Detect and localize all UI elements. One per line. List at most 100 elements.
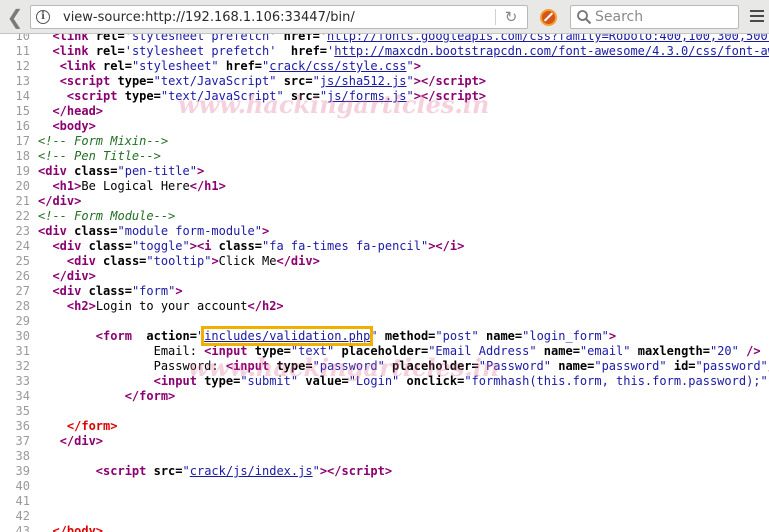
source-line: 34 </form> bbox=[0, 389, 769, 404]
info-icon[interactable]: i bbox=[36, 10, 50, 24]
source-line: 38 bbox=[0, 449, 769, 464]
source-line: 28 <h2>Login to your account</h2> bbox=[0, 299, 769, 314]
source-line: 41 bbox=[0, 494, 769, 509]
line-number: 31 bbox=[15, 344, 30, 358]
source-line: 20 <h1>Be Logical Here</h1> bbox=[0, 179, 769, 194]
line-number: 10 bbox=[15, 34, 30, 43]
source-link[interactable]: http://maxcdn.bootstrapcdn.com/font-awes… bbox=[334, 44, 769, 58]
line-number: 35 bbox=[15, 404, 30, 418]
line-number: 22 bbox=[15, 209, 30, 223]
line-number: 39 bbox=[15, 464, 30, 478]
source-code: <link rel='stylesheet prefetch' href='ht… bbox=[38, 44, 769, 59]
source-code: <!-- Pen Title--> bbox=[38, 149, 161, 163]
line-number: 11 bbox=[15, 44, 30, 58]
reload-icon[interactable]: ↻ bbox=[501, 8, 521, 26]
source-line: 25 <div class="tooltip">Click Me</div> bbox=[0, 254, 769, 269]
source-line: 16 <body> bbox=[0, 119, 769, 134]
hamburger-menu-icon[interactable] bbox=[750, 10, 764, 23]
source-line: 24 <div class="toggle"><i class="fa fa-t… bbox=[0, 239, 769, 254]
browser-toolbar: ❮ i view-source:http://192.168.1.106:334… bbox=[0, 0, 769, 34]
source-line: 15 </head> bbox=[0, 104, 769, 119]
line-number: 42 bbox=[15, 509, 30, 523]
line-number: 41 bbox=[15, 494, 30, 508]
source-code: <div class="pen-title"> bbox=[38, 164, 205, 178]
source-code: </body> bbox=[52, 524, 104, 532]
source-code: <!-- Form Module--> bbox=[38, 209, 176, 223]
line-number: 14 bbox=[15, 89, 30, 103]
source-code: <div class="module form-module"> bbox=[38, 224, 270, 238]
source-line: 43 </body> bbox=[0, 524, 769, 532]
source-code: <h1>Be Logical Here</h1> bbox=[52, 179, 226, 193]
search-icon bbox=[577, 10, 592, 25]
source-code: <form action="includes/validation.php" m… bbox=[95, 326, 617, 346]
line-number: 21 bbox=[15, 194, 30, 208]
source-line: 32 Password: <input type="password" plac… bbox=[0, 359, 769, 374]
source-line: 35 bbox=[0, 404, 769, 419]
line-number: 17 bbox=[15, 134, 30, 148]
source-code: <body> bbox=[52, 119, 96, 133]
source-code: <div class="tooltip">Click Me</div> bbox=[66, 254, 320, 268]
source-link[interactable]: crack/js/index.js bbox=[190, 464, 313, 478]
address-bar-url[interactable]: view-source:http://192.168.1.106:33447/b… bbox=[63, 10, 355, 25]
source-line: 21 </div> bbox=[0, 194, 769, 209]
source-code: <div class="form"> bbox=[52, 284, 183, 298]
address-bar[interactable]: i view-source:http://192.168.1.106:33447… bbox=[30, 5, 528, 29]
source-line: 39 <script src="crack/js/index.js"></scr… bbox=[0, 464, 769, 479]
search-placeholder[interactable]: Search bbox=[595, 10, 643, 25]
source-link[interactable]: js/forms.js bbox=[327, 89, 406, 103]
source-code: <!-- Form Mixin--> bbox=[38, 134, 169, 148]
source-code: <h2>Login to your account</h2> bbox=[66, 299, 284, 313]
line-number: 30 bbox=[15, 329, 30, 343]
source-line: 40 bbox=[0, 479, 769, 494]
line-number: 20 bbox=[15, 179, 30, 193]
source-line: 11 <link rel='stylesheet prefetch' href=… bbox=[0, 44, 769, 59]
search-bar[interactable]: Search bbox=[570, 5, 739, 29]
source-code: </head> bbox=[52, 104, 104, 118]
line-number: 29 bbox=[15, 314, 30, 328]
source-code: </div> bbox=[52, 269, 96, 283]
line-number: 27 bbox=[15, 284, 30, 298]
line-number: 40 bbox=[15, 479, 30, 493]
source-line: 37 </div> bbox=[0, 434, 769, 449]
source-code: <div class="toggle"><i class="fa fa-time… bbox=[52, 239, 465, 253]
line-number: 38 bbox=[15, 449, 30, 463]
source-link[interactable]: crack/css/style.css bbox=[269, 59, 406, 73]
source-code: </form> bbox=[124, 389, 176, 403]
line-number: 28 bbox=[15, 299, 30, 313]
source-line: 27 <div class="form"> bbox=[0, 284, 769, 299]
back-arrow-icon[interactable]: ❮ bbox=[0, 4, 30, 30]
page-source-view: 43 </body> 42 41 40 39 <script src="crack/js… bbox=[0, 34, 769, 532]
source-code: Email: <input type="text" placeholder="E… bbox=[38, 344, 761, 358]
line-number: 34 bbox=[15, 389, 30, 403]
source-line: 36 </form> bbox=[0, 419, 769, 434]
source-link[interactable]: includes/validation.php bbox=[201, 326, 374, 346]
source-line: 14 <script type="text/JavaScript" src="j… bbox=[0, 89, 769, 104]
source-line: 31 Email: <input type="text" placeholder… bbox=[0, 344, 769, 359]
source-line: 12 <link rel="stylesheet" href="crack/cs… bbox=[0, 59, 769, 74]
source-code: <script type="text/JavaScript" src="js/f… bbox=[66, 89, 487, 103]
source-code: </div> bbox=[59, 434, 104, 448]
source-line: 22 <!-- Form Module--> bbox=[0, 209, 769, 224]
source-line: 33 <input type="submit" value="Login" on… bbox=[0, 374, 769, 389]
line-number: 15 bbox=[15, 104, 30, 118]
source-code: <input type="submit" value="Login" oncli… bbox=[153, 374, 768, 388]
source-code: </form> bbox=[66, 419, 118, 433]
addon-icon[interactable] bbox=[540, 9, 557, 26]
source-link[interactable]: js/sha512.js bbox=[320, 74, 407, 88]
address-bar-divider bbox=[495, 9, 496, 25]
line-number: 18 bbox=[15, 149, 30, 163]
line-number: 16 bbox=[15, 119, 30, 133]
source-code: <script type="text/JavaScript" src="js/s… bbox=[59, 74, 487, 88]
line-number: 36 bbox=[15, 419, 30, 433]
source-line: 42 bbox=[0, 509, 769, 524]
source-code: <script src="crack/js/index.js"></script… bbox=[95, 464, 393, 478]
source-link[interactable]: http://fonts.googleapis.com/css?family=R… bbox=[327, 34, 769, 43]
source-code: </div> bbox=[38, 194, 82, 208]
source-code: <link rel="stylesheet" href="crack/css/s… bbox=[59, 59, 421, 73]
line-number: 25 bbox=[15, 254, 30, 268]
line-number: 13 bbox=[15, 74, 30, 88]
source-line: 23 <div class="module form-module"> bbox=[0, 224, 769, 239]
source-line: 13 <script type="text/JavaScript" src="j… bbox=[0, 74, 769, 89]
line-number: 26 bbox=[15, 269, 30, 283]
line-number: 33 bbox=[15, 374, 30, 388]
